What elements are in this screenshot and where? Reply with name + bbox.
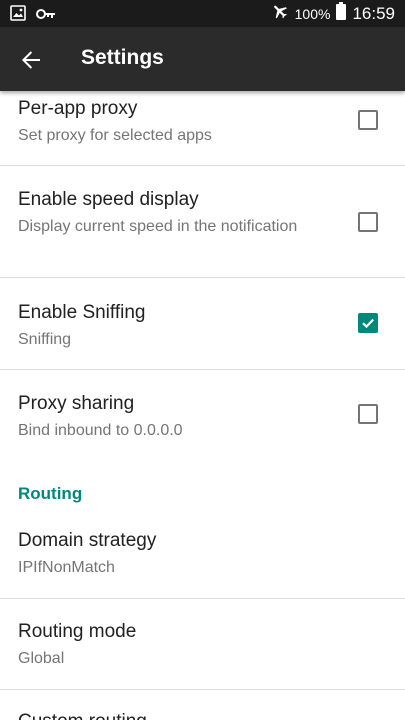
pref-summary: Bind inbound to 0.0.0.0	[18, 422, 183, 439]
pref-summary: IPIfNonMatch	[18, 559, 115, 576]
divider	[0, 165, 405, 166]
battery-icon	[336, 2, 347, 25]
pref-summary: Set proxy for selected apps	[18, 127, 212, 144]
divider	[0, 689, 405, 690]
airplane-mode-icon	[271, 2, 289, 25]
back-button[interactable]	[14, 43, 48, 77]
pref-title: Domain strategy	[18, 530, 157, 551]
pref-summary: Sniffing	[18, 331, 72, 348]
check-icon	[362, 318, 374, 329]
key-notification-icon	[36, 7, 56, 25]
pref-per-app-proxy[interactable]: Per-app proxy Set proxy for selected app…	[0, 97, 405, 147]
sniffing-checkbox[interactable]	[358, 313, 378, 333]
pref-title: Routing mode	[18, 621, 137, 642]
clock: 16:59	[352, 3, 395, 23]
page-title: Settings	[81, 46, 164, 69]
per-app-proxy-checkbox[interactable]	[358, 110, 378, 130]
pref-custom-routing[interactable]: Custom routing	[0, 710, 405, 720]
gallery-notification-icon	[10, 5, 26, 26]
pref-title: Proxy sharing	[18, 393, 135, 414]
pref-enable-sniffing[interactable]: Enable Sniffing Sniffing	[0, 301, 405, 351]
pref-title: Custom routing	[18, 710, 405, 720]
speed-display-checkbox[interactable]	[358, 212, 378, 232]
battery-percent: 100%	[294, 5, 331, 22]
app-toolbar: Settings	[0, 27, 405, 91]
pref-summary: Display current speed in the notificatio…	[18, 218, 298, 235]
proxy-sharing-checkbox[interactable]	[358, 404, 378, 424]
arrow-back-icon	[22, 51, 40, 69]
pref-routing-mode[interactable]: Routing mode Global	[0, 620, 405, 670]
pref-domain-strategy[interactable]: Domain strategy IPIfNonMatch	[0, 529, 405, 579]
pref-summary: Global	[18, 650, 65, 667]
pref-proxy-sharing[interactable]: Proxy sharing Bind inbound to 0.0.0.0	[0, 392, 405, 442]
routing-section-header: Routing	[18, 484, 83, 503]
pref-title: Enable Sniffing	[18, 302, 146, 323]
divider	[0, 369, 405, 370]
status-bar: 100% 16:59	[0, 0, 405, 27]
pref-title: Enable speed display	[18, 189, 199, 210]
pref-title: Per-app proxy	[18, 98, 138, 119]
divider	[0, 598, 405, 599]
pref-enable-speed-display[interactable]: Enable speed display Display current spe…	[0, 188, 405, 238]
divider	[0, 277, 405, 278]
settings-list[interactable]: Per-app proxy Set proxy for selected app…	[0, 91, 405, 720]
